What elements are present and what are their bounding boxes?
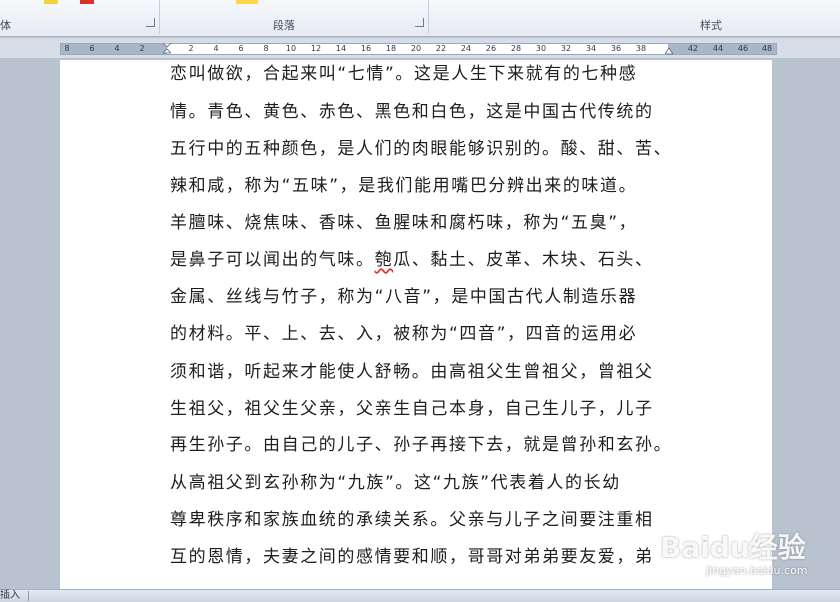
- ribbon-bottom-strip: 体 段落 样式: [0, 0, 840, 37]
- document-line[interactable]: 五行中的五种颜色，是人们的肉眼能够识别的。酸、甜、苦、: [170, 137, 671, 161]
- ruler-tick-label: 44: [712, 44, 724, 53]
- font-group-label: 体: [0, 19, 11, 32]
- ruler-tick-label: 8: [64, 44, 70, 53]
- right-indent-marker-icon[interactable]: [665, 48, 673, 56]
- ruler-tick-label: 6: [89, 44, 95, 53]
- ruler-tick-label: 34: [585, 44, 597, 53]
- ruler-tick-label: 2: [139, 44, 145, 53]
- watermark-url: jingyan.baidu.com: [706, 564, 808, 577]
- horizontal-ruler[interactable]: 8 6 4 2 2 4 6 8 10 12 14 16 18 20 22 24 …: [0, 38, 840, 58]
- ruler-track: 8 6 4 2 2 4 6 8 10 12 14 16 18 20 22 24 …: [60, 43, 777, 55]
- ruler-tick-label: 48: [761, 44, 773, 53]
- document-line[interactable]: 金属、丝线与竹子，称为“八音”，是中国古代人制造乐器: [170, 285, 670, 309]
- ruler-tick-label: 32: [560, 44, 572, 53]
- ruler-tick-label: 28: [510, 44, 522, 53]
- document-line[interactable]: 情。青色、黄色、赤色、黑色和白色，这是中国古代传统的: [170, 100, 670, 124]
- ruler-tick-label: 14: [335, 44, 347, 53]
- font-color-swatch[interactable]: [80, 0, 94, 4]
- document-line[interactable]: 恋叫做欲，合起来叫“七情”。这是人生下来就有的七种感: [170, 62, 670, 86]
- style-swatch[interactable]: [236, 0, 258, 4]
- watermark-logo: Baidu经验: [660, 531, 806, 564]
- status-separator: [28, 591, 29, 601]
- ruler-tick-label: 46: [737, 44, 749, 53]
- ruler-tick-label: 36: [610, 44, 622, 53]
- ruler-tick-label: 30: [535, 44, 547, 53]
- document-line-start: 是鼻子可以闻出的气味。: [170, 250, 375, 270]
- ruler-tick-label: 24: [460, 44, 472, 53]
- ruler-tick-label: 6: [238, 44, 244, 53]
- ruler-tick-label: 22: [435, 44, 447, 53]
- ruler-tick-label: 16: [360, 44, 372, 53]
- ruler-tick-label: 4: [213, 44, 219, 53]
- paragraph-group-label: 段落: [273, 19, 295, 32]
- document-line[interactable]: 互的恩情，夫妻之间的感情要和顺，哥哥对弟弟要友爱，弟: [170, 545, 670, 569]
- ribbon-separator: [428, 0, 429, 34]
- document-line[interactable]: 再生孙子。由自己的儿子、孙子再接下去，就是曾孙和玄孙。: [170, 433, 671, 457]
- indent-marker-icon[interactable]: [163, 43, 171, 55]
- styles-group-label: 样式: [700, 19, 722, 32]
- ruler-tick-label: 26: [485, 44, 497, 53]
- document-line[interactable]: 的材料。平、上、去、入，被称为“四音”，四音的运用必: [170, 322, 670, 346]
- spellcheck-flagged-word[interactable]: 匏: [375, 250, 394, 270]
- ribbon-separator: [159, 0, 160, 34]
- ruler-tick-label: 38: [635, 44, 647, 53]
- ruler-tick-label: 8: [263, 44, 269, 53]
- document-line[interactable]: 尊卑秩序和家族血统的承续关系。父亲与儿子之间要注重相: [170, 508, 670, 532]
- document-line-with-spellcheck[interactable]: 是鼻子可以闻出的气味。匏瓜、黏土、皮革、木块、石头、: [170, 248, 670, 272]
- ruler-tick-label: 12: [310, 44, 322, 53]
- ruler-tick-label: 10: [285, 44, 297, 53]
- ruler-tick-label: 18: [385, 44, 397, 53]
- document-line[interactable]: 辣和咸，称为“五味”，是我们能用嘴巴分辨出来的味道。: [170, 174, 670, 198]
- document-line[interactable]: 从高祖父到玄孙称为“九族”。这“九族”代表着人的长幼: [170, 471, 670, 495]
- ruler-tick-label: 2: [188, 44, 194, 53]
- status-bar: 插入: [0, 589, 840, 602]
- document-page[interactable]: 恋叫做欲，合起来叫“七情”。这是人生下来就有的七种感 情。青色、黄色、赤色、黑色…: [60, 60, 772, 590]
- paragraph-dialog-launcher-icon[interactable]: [415, 18, 424, 27]
- baidu-jingyan-watermark: Baidu经验 jingyan.baidu.com: [654, 524, 840, 584]
- ruler-tick-label: 42: [687, 44, 699, 53]
- document-line[interactable]: 生祖父，祖父生父亲，父亲生自己本身，自己生儿子，儿子: [170, 397, 670, 421]
- ruler-tick-label: 4: [114, 44, 120, 53]
- insert-mode-indicator[interactable]: 插入: [0, 590, 20, 602]
- document-line-end: 瓜、黏土、皮革、木块、石头、: [393, 250, 654, 270]
- font-dialog-launcher-icon[interactable]: [146, 18, 155, 27]
- ruler-tick-label: 20: [410, 44, 422, 53]
- highlight-color-swatch[interactable]: [44, 0, 58, 4]
- document-line[interactable]: 须和谐，听起来才能使人舒畅。由高祖父生曾祖父，曾祖父: [170, 360, 670, 384]
- document-line[interactable]: 羊膻味、烧焦味、香味、鱼腥味和腐朽味，称为“五臭”，: [170, 211, 670, 235]
